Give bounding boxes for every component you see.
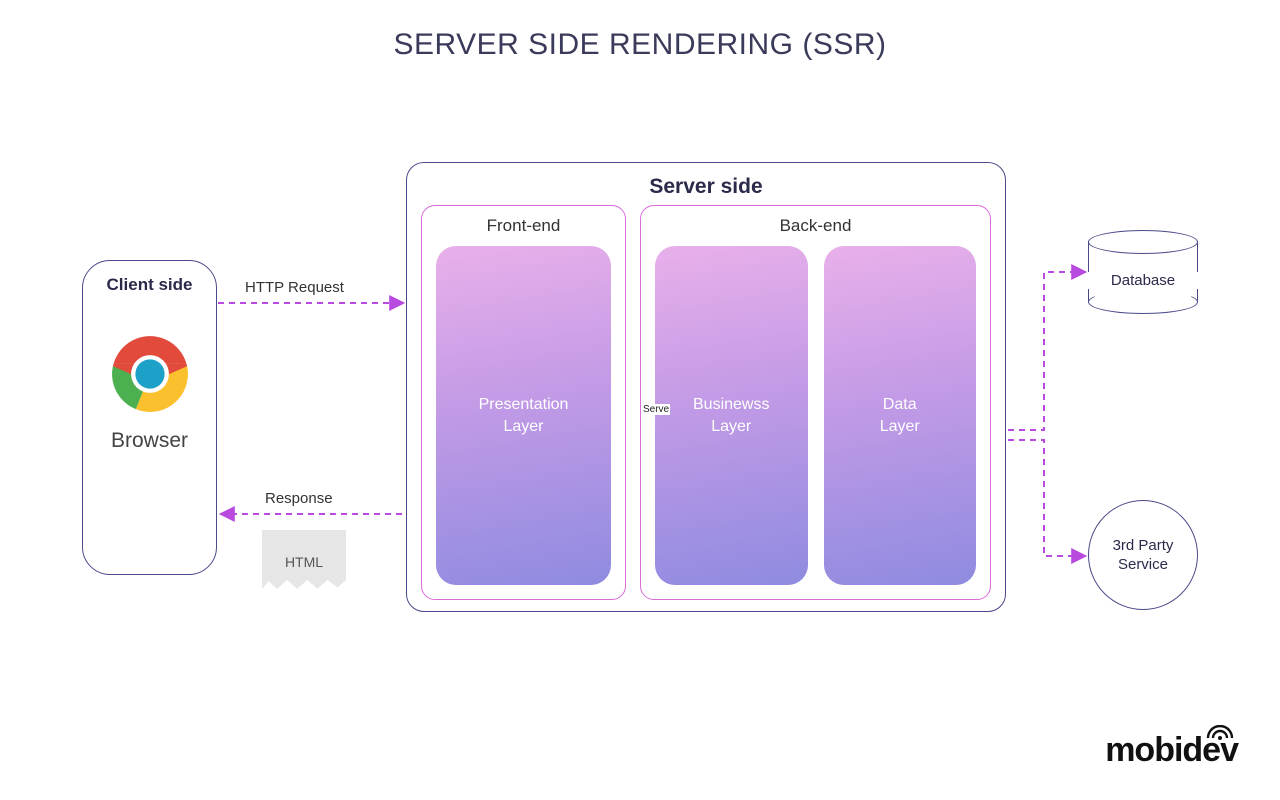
server-side-box: Server side Front-end Presentation Layer… [406, 162, 1006, 612]
client-side-box: Client side Browser [82, 260, 217, 575]
serve-text: Serve [642, 404, 670, 415]
mobidev-logo: mobidev [1105, 731, 1238, 770]
business-layer: Businewss Layer [655, 246, 808, 585]
business-layer-label: Businewss Layer [693, 394, 769, 437]
html-payload-label: HTML [285, 554, 323, 570]
third-party-label: 3rd Party Service [1113, 536, 1174, 575]
data-layer-label: Data Layer [880, 394, 920, 437]
client-side-label: Client side [91, 275, 208, 295]
database-label: Database [1088, 272, 1198, 289]
backend-box: Back-end Businewss Layer Data Layer [640, 205, 991, 600]
wifi-icon [1205, 725, 1235, 741]
response-label: Response [265, 490, 333, 507]
http-request-label: HTTP Request [245, 279, 344, 296]
frontend-label: Front-end [436, 216, 611, 236]
presentation-layer: Presentation Layer [436, 246, 611, 585]
third-party-service-circle: 3rd Party Service [1088, 500, 1198, 610]
browser-label: Browser [91, 429, 208, 453]
database-cylinder: Database [1088, 230, 1198, 314]
presentation-layer-label: Presentation Layer [479, 394, 569, 437]
server-side-label: Server side [421, 175, 991, 199]
backend-label: Back-end [655, 216, 976, 236]
arrow-to-third-party [1008, 440, 1084, 556]
html-payload-icon: HTML [262, 530, 346, 594]
frontend-box: Front-end Presentation Layer [421, 205, 626, 600]
data-layer: Data Layer [824, 246, 977, 585]
diagram-title: SERVER SIDE RENDERING (SSR) [0, 28, 1280, 62]
chrome-browser-icon [107, 331, 193, 417]
arrow-to-database [1008, 272, 1084, 430]
